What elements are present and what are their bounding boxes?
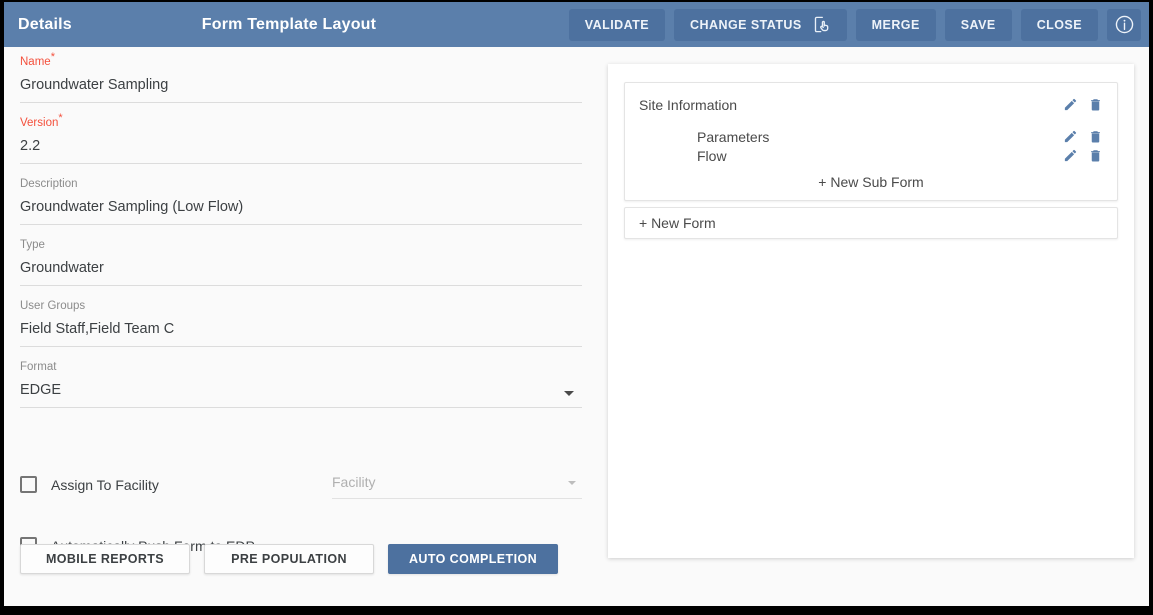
field-type: Type Groundwater [20,238,582,286]
info-button[interactable] [1107,8,1141,41]
field-format-label: Format [20,361,57,373]
change-status-button-label: CHANGE STATUS [690,17,802,32]
merge-button-label: MERGE [871,17,920,32]
close-button[interactable]: CLOSE [1020,8,1098,41]
field-format-value: EDGE [20,382,62,398]
field-name: Name* Groundwater Sampling [20,51,582,103]
pencil-icon[interactable] [1063,148,1078,163]
details-form-pane: Name* Groundwater Sampling Version* 2.2 … [4,47,600,606]
assign-to-facility-row[interactable]: Assign To Facility [20,476,159,493]
field-version-value[interactable]: 2.2 [20,136,582,156]
form-row-actions [1063,129,1103,144]
app-header: Details Form Template Layout VALIDATE CH… [4,2,1149,47]
chevron-down-icon [564,391,574,396]
field-underline [20,346,582,347]
chevron-down-icon [568,481,576,485]
facility-select[interactable]: Facility [332,472,582,499]
field-format[interactable]: Format EDGE [20,360,582,408]
field-version: Version* 2.2 [20,112,582,164]
field-type-label: Type [20,239,45,251]
form-row-site-information[interactable]: Site Information [625,95,1117,114]
field-version-label: Version* [20,112,63,129]
save-button-label: SAVE [960,17,996,32]
field-underline [20,407,582,408]
mobile-reports-button[interactable]: MOBILE REPORTS [20,544,190,574]
new-form-button[interactable]: + New Form [624,207,1118,239]
form-row-flow[interactable]: Flow [625,146,1117,165]
form-row-actions [1063,97,1103,112]
field-name-label: Name* [20,51,55,68]
field-description: Description Groundwater Sampling (Low Fl… [20,177,582,225]
required-marker: * [58,112,63,125]
change-status-button[interactable]: CHANGE STATUS [674,8,847,41]
facility-select-placeholder: Facility [332,474,376,490]
field-underline [20,163,582,164]
field-user-groups-value[interactable]: Field Staff,Field Team C [20,319,582,339]
field-user-groups-label: User Groups [20,300,86,312]
trash-icon[interactable] [1088,97,1103,112]
assign-to-facility-label: Assign To Facility [51,476,159,493]
field-type-value[interactable]: Groundwater [20,258,582,278]
auto-completion-button[interactable]: AUTO COMPLETION [388,544,558,574]
form-row-parameters[interactable]: Parameters [625,127,1117,146]
validate-button[interactable]: VALIDATE [568,8,666,41]
field-underline [20,102,582,103]
pre-population-button[interactable]: PRE POPULATION [204,544,374,574]
bottom-tab-bar: MOBILE REPORTS PRE POPULATION AUTO COMPL… [20,544,558,574]
pencil-icon[interactable] [1063,97,1078,112]
header-action-bar: VALIDATE CHANGE STATUS MERGE SAVE CLOSE [568,8,1141,41]
trash-icon[interactable] [1088,148,1103,163]
required-marker: * [50,51,55,64]
app-window: Details Form Template Layout VALIDATE CH… [4,2,1149,606]
validate-button-label: VALIDATE [584,17,650,32]
form-row-actions [1063,148,1103,163]
facility-select-underline [332,498,582,499]
new-sub-form-button[interactable]: + New Sub Form [625,174,1117,190]
save-button[interactable]: SAVE [944,8,1012,41]
form-row-label: Flow [697,147,727,164]
form-row-label: Site Information [639,96,738,113]
pencil-icon[interactable] [1063,129,1078,144]
field-user-groups: User Groups Field Staff,Field Team C [20,299,582,347]
close-button-label: CLOSE [1036,17,1082,32]
assign-to-facility-checkbox[interactable] [20,476,37,493]
form-layout-pane: Site Information Parameters Flow + New S… [608,64,1134,558]
field-description-value[interactable]: Groundwater Sampling (Low Flow) [20,197,582,217]
field-underline [20,285,582,286]
merge-button[interactable]: MERGE [855,8,936,41]
field-underline [20,224,582,225]
trash-icon[interactable] [1088,129,1103,144]
tap-app-icon [812,15,831,34]
field-description-label: Description [20,178,78,190]
info-circle-icon [1114,14,1135,35]
field-name-value[interactable]: Groundwater Sampling [20,75,582,95]
form-group-card: Site Information Parameters Flow + New S… [624,82,1118,201]
form-row-label: Parameters [697,128,770,145]
